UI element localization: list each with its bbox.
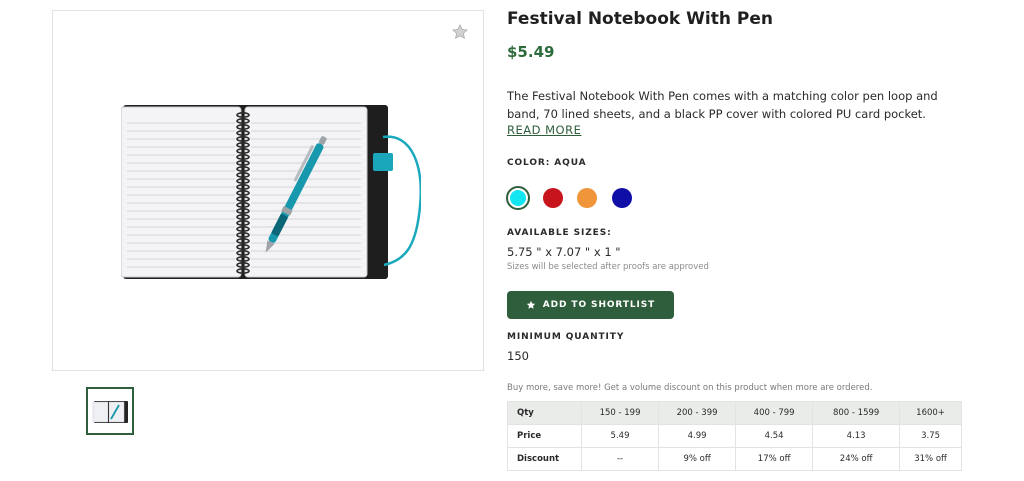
pricing-table: Qty 150 - 199 200 - 399 400 - 799 800 - … [507,401,962,471]
table-cell: 24% off [812,447,901,471]
favorite-star-icon[interactable] [451,23,469,41]
swatch-red[interactable] [542,188,563,208]
thumbnail-notebook[interactable] [86,387,134,435]
table-cell: 31% off [899,447,962,471]
star-icon [526,300,535,309]
table-header-cell: 150 - 199 [580,401,660,425]
product-image-frame [52,10,484,371]
table-cell: Price [507,424,582,448]
table-cell: 4.13 [812,424,901,448]
table-header-cell: Qty [507,401,582,425]
color-label: COLOR: AQUA [507,158,587,168]
table-cell: Discount [507,447,582,471]
size-note: Sizes will be selected after proofs are … [507,262,709,272]
sizes-label: AVAILABLE SIZES: [507,228,612,238]
table-cell: 17% off [735,447,814,471]
swatch-aqua[interactable] [506,186,530,210]
notebook-thumbnail-image [92,401,128,423]
size-value: 5.75 " x 7.07 " x 1 " [507,245,621,259]
minimum-quantity-value: 150 [507,349,529,363]
table-header-cell: 800 - 1599 [812,401,901,425]
read-more-link[interactable]: READ MORE [507,123,581,137]
table-header-cell: 200 - 399 [658,401,737,425]
table-cell: 5.49 [580,424,660,448]
table-cell: 3.75 [899,424,962,448]
add-to-shortlist-button[interactable]: ADD TO SHORTLIST [507,291,674,319]
color-swatches [506,186,646,210]
table-row: Discount -- 9% off 17% off 24% off 31% o… [507,447,962,471]
minimum-quantity-label: MINIMUM QUANTITY [507,332,625,342]
shortlist-label: ADD TO SHORTLIST [542,300,656,310]
table-cell: 9% off [658,447,737,471]
table-header-row: Qty 150 - 199 200 - 399 400 - 799 800 - … [507,401,962,425]
product-price: $5.49 [507,43,555,61]
table-cell: 4.99 [658,424,737,448]
table-header-cell: 1600+ [899,401,962,425]
product-description: The Festival Notebook With Pen comes wit… [507,89,938,121]
swatch-blue[interactable] [611,188,632,208]
product-title: Festival Notebook With Pen [507,9,773,29]
table-cell: 4.54 [735,424,814,448]
table-header-cell: 400 - 799 [735,401,814,425]
swatch-orange[interactable] [577,188,597,208]
table-cell: -- [580,447,660,471]
volume-discount-note: Buy more, save more! Get a volume discou… [507,383,873,393]
table-row: Price 5.49 4.99 4.54 4.13 3.75 [507,424,962,448]
notebook-with-pen-image [121,105,421,279]
